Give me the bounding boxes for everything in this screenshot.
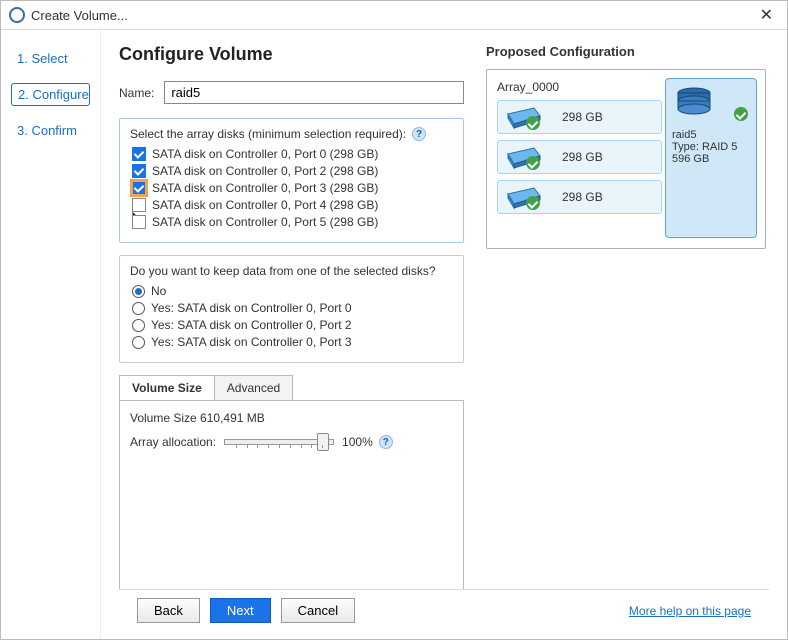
disk-checkbox[interactable] [132, 198, 146, 212]
wizard-steps-sidebar: 1. Select 2. Configure 3. Confirm [1, 30, 101, 639]
keep-data-option: Yes: SATA disk on Controller 0, Port 2 [132, 318, 453, 332]
volume-type-label: Type: RAID 5 [672, 141, 750, 153]
array-disk-row: 298 GB [497, 180, 662, 214]
step-configure[interactable]: 2. Configure [11, 83, 90, 106]
disk-label: SATA disk on Controller 0, Port 3 (298 G… [152, 181, 378, 195]
step-select[interactable]: 1. Select [11, 48, 90, 69]
keep-data-option: Yes: SATA disk on Controller 0, Port 3 [132, 335, 453, 349]
disk-label: SATA disk on Controller 0, Port 5 (298 G… [152, 215, 378, 229]
window-title: Create Volume... [31, 8, 128, 23]
volume-size-label: Volume Size [130, 411, 197, 425]
radio-button[interactable] [132, 319, 145, 332]
disk-label: SATA disk on Controller 0, Port 0 (298 G… [152, 147, 378, 161]
disk-size-label: 298 GB [562, 110, 603, 124]
disk-checkbox[interactable] [132, 215, 146, 229]
keep-data-option: No [132, 284, 453, 298]
radio-label: Yes: SATA disk on Controller 0, Port 3 [151, 335, 352, 349]
volume-name-label: raid5 [672, 129, 750, 141]
raid-disks-icon [672, 85, 716, 121]
volume-size-value: 610,491 MB [200, 411, 265, 425]
keep-data-label: Do you want to keep data from one of the… [130, 264, 436, 278]
help-icon[interactable]: ? [412, 127, 426, 141]
create-volume-window: Create Volume... ✕ 1. Select 2. Configur… [0, 0, 788, 640]
disk-label: SATA disk on Controller 0, Port 4 (298 G… [152, 198, 378, 212]
disk-size-label: 298 GB [562, 150, 603, 164]
raid-volume-box: raid5 Type: RAID 5 596 GB [665, 78, 757, 238]
check-icon [734, 107, 748, 121]
radio-button[interactable] [132, 302, 145, 315]
help-icon[interactable]: ? [379, 435, 393, 449]
volume-total-size: 596 GB [672, 153, 750, 165]
alloc-percent: 100% [342, 435, 373, 449]
radio-label: Yes: SATA disk on Controller 0, Port 0 [151, 301, 352, 315]
volume-size-tab-panel: Volume Size 610,491 MB Array allocation:… [119, 400, 464, 589]
radio-button[interactable] [132, 336, 145, 349]
radio-label: Yes: SATA disk on Controller 0, Port 2 [151, 318, 352, 332]
tab-volume-size[interactable]: Volume Size [119, 375, 215, 400]
alloc-label: Array allocation: [130, 435, 216, 449]
more-help-link[interactable]: More help on this page [629, 604, 751, 618]
slider-thumb[interactable] [317, 433, 329, 451]
disk-size-label: 298 GB [562, 190, 603, 204]
name-label: Name: [119, 86, 154, 100]
back-button[interactable]: Back [137, 598, 200, 623]
proposed-config-panel: Array_0000 298 GB298 GB298 GB [486, 69, 766, 249]
array-disk-row: 298 GB [497, 140, 662, 174]
keep-data-option: Yes: SATA disk on Controller 0, Port 0 [132, 301, 453, 315]
titlebar: Create Volume... ✕ [1, 1, 787, 30]
disk-label: SATA disk on Controller 0, Port 2 (298 G… [152, 164, 378, 178]
wizard-footer: Back Next Cancel More help on this page [119, 589, 769, 631]
array-disk-row: 298 GB [497, 100, 662, 134]
close-icon[interactable]: ✕ [754, 5, 779, 25]
page-title: Configure Volume [119, 44, 464, 65]
proposed-config-title: Proposed Configuration [486, 44, 766, 59]
disk-checkbox[interactable] [132, 147, 146, 161]
cancel-button[interactable]: Cancel [281, 598, 355, 623]
disk-selection-panel: Select the array disks (minimum selectio… [119, 118, 464, 243]
app-icon [9, 7, 25, 23]
next-button[interactable]: Next [210, 598, 271, 623]
disk-select-label: Select the array disks (minimum selectio… [130, 127, 406, 141]
radio-label: No [151, 284, 166, 298]
radio-button[interactable] [132, 285, 145, 298]
disk-checkbox[interactable] [132, 181, 146, 195]
keep-data-panel: Do you want to keep data from one of the… [119, 255, 464, 363]
tab-advanced[interactable]: Advanced [214, 375, 293, 400]
disk-checkbox[interactable] [132, 164, 146, 178]
volume-name-input[interactable] [164, 81, 464, 104]
allocation-slider[interactable] [224, 439, 334, 445]
step-confirm[interactable]: 3. Confirm [11, 120, 90, 141]
disk-item: SATA disk on Controller 0, Port 5 (298 G… [132, 215, 453, 229]
check-icon [526, 196, 540, 210]
check-icon [526, 156, 540, 170]
disk-item: SATA disk on Controller 0, Port 0 (298 G… [132, 147, 453, 161]
check-icon [526, 116, 540, 130]
disk-item: SATA disk on Controller 0, Port 4 (298 G… [132, 198, 453, 212]
disk-item: SATA disk on Controller 0, Port 3 (298 G… [132, 181, 453, 195]
disk-item: SATA disk on Controller 0, Port 2 (298 G… [132, 164, 453, 178]
